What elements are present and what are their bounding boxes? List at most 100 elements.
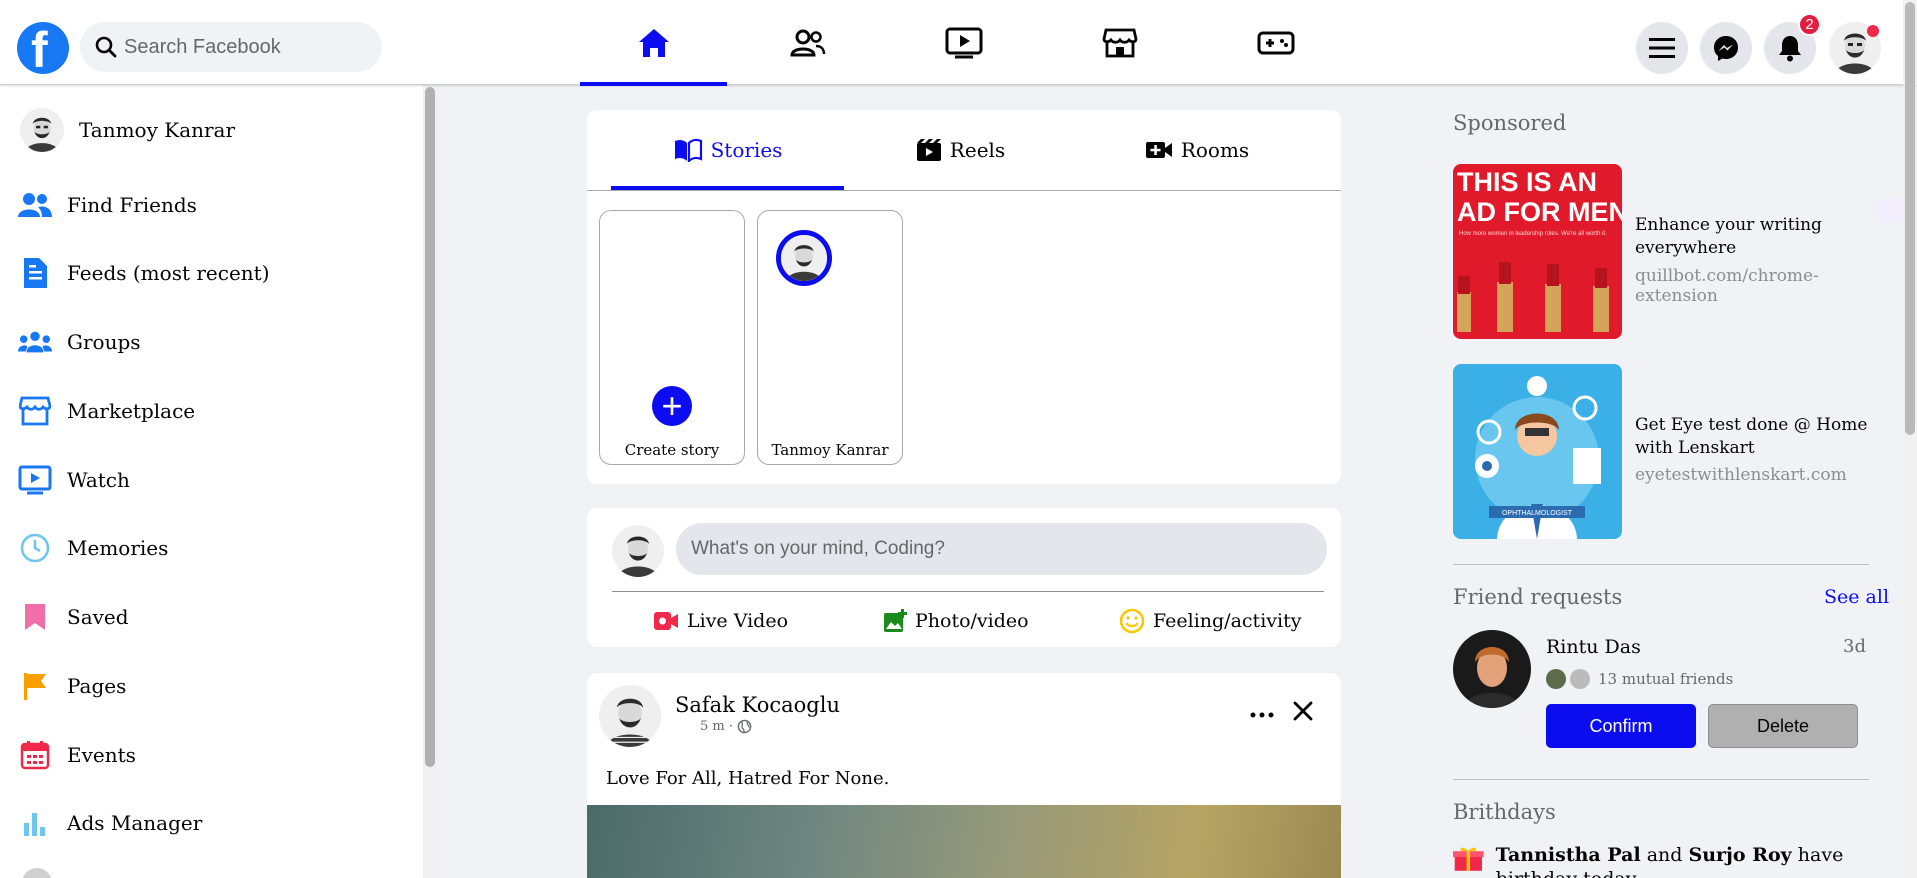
ad-url[interactable]: quillbot.com/chrome-extension (1635, 266, 1885, 306)
ad-title[interactable]: Enhance your writing everywhere (1635, 214, 1885, 260)
tab-friends[interactable] (734, 0, 881, 85)
sidebar-item-events[interactable]: Events (18, 735, 136, 775)
sponsored-ad-1[interactable]: THIS IS AN AD FOR MEN How more women in … (1453, 164, 1885, 339)
clock-icon (20, 533, 50, 563)
sponsored-heading: Sponsored (1453, 111, 1567, 135)
tab-gaming[interactable] (1202, 0, 1349, 85)
sidebar-item-groups[interactable]: Groups (18, 322, 141, 362)
page-scrollbar[interactable] (1903, 85, 1917, 878)
search-bar[interactable] (80, 22, 382, 72)
smiley-icon (1119, 608, 1145, 634)
ad-headline-2: AD FOR MEN (1457, 197, 1622, 227)
feed-post: Safak Kocaoglu 5 m · Love For All, Hatre… (587, 673, 1341, 878)
tab-reels[interactable]: Reels (844, 110, 1077, 190)
feed-icon (24, 258, 47, 288)
divider (1453, 779, 1869, 780)
menu-button[interactable] (1636, 22, 1688, 74)
marketplace-icon (19, 396, 51, 426)
groups-icon (18, 331, 52, 353)
mutual-friends-count: 13 mutual friends (1598, 670, 1734, 688)
live-video-button[interactable]: Live Video (653, 602, 788, 640)
ad-eye-doctor-image: OPHTHALMOLOGIST (1453, 364, 1622, 539)
sidebar-item-label: Watch (67, 468, 130, 492)
avatar-icon (599, 685, 661, 747)
sidebar-item-pages[interactable]: Pages (18, 666, 126, 706)
birthday-item[interactable]: Tannistha Pal and Surjo Roy have birthda… (1453, 843, 1917, 878)
ad-image-caption: OPHTHALMOLOGIST (1502, 510, 1573, 517)
create-story-card[interactable]: + Create story (599, 210, 745, 465)
sidebar-scrollbar[interactable] (423, 85, 437, 878)
post-image[interactable] (587, 805, 1341, 878)
more-options-icon[interactable] (1247, 703, 1277, 727)
tab-home[interactable] (580, 0, 727, 86)
birthday-name-1[interactable]: Tannistha Pal (1496, 844, 1641, 866)
friends-icon (789, 29, 825, 56)
birthday-name-2[interactable]: Surjo Roy (1689, 844, 1792, 866)
sidebar-item-label: Marketplace (67, 399, 196, 423)
friend-request-time: 3d (1843, 636, 1866, 657)
friend-request-name[interactable]: Rintu Das (1546, 636, 1641, 658)
ad-image[interactable]: OPHTHALMOLOGIST (1453, 364, 1622, 539)
photo-video-button[interactable]: Photo/video (883, 602, 1029, 640)
divider (587, 190, 1341, 191)
sidebar-item-label: Saved (67, 605, 129, 629)
sidebar-item-saved[interactable]: Saved (18, 597, 129, 637)
search-input[interactable] (124, 22, 374, 72)
live-video-icon (654, 612, 678, 630)
extension-tab[interactable] (1876, 198, 1903, 222)
mutual-friends[interactable]: 13 mutual friends (1546, 669, 1733, 689)
delete-button[interactable]: Delete (1708, 704, 1858, 748)
status-dot (1867, 25, 1879, 37)
divider (612, 591, 1324, 592)
ad-url[interactable]: eyetestwithlenskart.com (1635, 465, 1847, 485)
create-story-label: Create story (624, 441, 720, 459)
page-scrollbar-top[interactable] (1903, 0, 1917, 102)
add-icon[interactable]: + (652, 386, 692, 426)
tab-marketplace[interactable] (1046, 0, 1193, 85)
confirm-button[interactable]: Confirm (1546, 704, 1696, 748)
avatar-icon (781, 235, 827, 281)
feeling-activity-button[interactable]: Feeling/activity (1119, 602, 1301, 640)
sidebar-item-profile[interactable]: Tanmoy Kanrar (20, 105, 235, 155)
facebook-logo-icon[interactable]: f (17, 22, 69, 74)
mutual-avatar (1570, 669, 1590, 689)
tab-rooms[interactable]: Rooms (1077, 110, 1317, 190)
live-video-label: Live Video (687, 610, 789, 632)
divider (1453, 564, 1869, 565)
sidebar-item-label: Find Friends (67, 193, 197, 217)
sidebar-item-feeds[interactable]: Feeds (most recent) (18, 253, 270, 293)
birthday-text: Tannistha Pal and Surjo Roy have birthda… (1496, 843, 1917, 878)
user-story-card[interactable]: Tanmoy Kanrar (757, 210, 903, 465)
photo-video-label: Photo/video (915, 610, 1029, 632)
ad-image[interactable]: THIS IS AN AD FOR MEN How more women in … (1453, 164, 1622, 339)
flag-icon (24, 673, 46, 700)
stories-card: Stories Reels Rooms + Create story Tanmo… (587, 110, 1341, 484)
sidebar-item-ads-manager[interactable]: Ads Manager (18, 803, 202, 843)
see-all-link[interactable]: See all (1824, 586, 1889, 608)
sidebar-item-memories[interactable]: Memories (18, 528, 168, 568)
avatar (612, 525, 664, 577)
post-author-avatar[interactable] (599, 685, 661, 747)
friend-request-avatar[interactable] (1453, 630, 1531, 708)
feeling-activity-label: Feeling/activity (1153, 610, 1302, 632)
sponsored-ad-2[interactable]: OPHTHALMOLOGIST Get Eye test done @ Home… (1453, 364, 1885, 539)
post-composer: Live Video Photo/video Feeling/activity (587, 508, 1341, 647)
watch-icon (945, 27, 982, 58)
tab-rooms-label: Rooms (1180, 138, 1250, 162)
post-author-name[interactable]: Safak Kocaoglu (675, 693, 840, 717)
sidebar-item-marketplace[interactable]: Marketplace (18, 391, 195, 431)
gift-icon (1453, 847, 1484, 871)
sidebar-item-find-friends[interactable]: Find Friends (18, 185, 197, 225)
birthday-and: and (1646, 844, 1683, 866)
post-time[interactable]: 5 m (700, 719, 725, 734)
sidebar-item-watch[interactable]: Watch (18, 460, 130, 500)
tab-stories[interactable]: Stories (611, 110, 844, 190)
ad-title[interactable]: Get Eye test done @ Home with Lenskart (1635, 414, 1885, 460)
messenger-button[interactable] (1700, 22, 1752, 74)
gaming-icon (1257, 31, 1294, 54)
tab-watch[interactable] (890, 0, 1037, 85)
post-text: Love For All, Hatred For None. (606, 768, 890, 789)
marketplace-icon (1102, 28, 1137, 57)
status-input[interactable] (676, 523, 1327, 575)
close-icon[interactable] (1289, 697, 1317, 725)
